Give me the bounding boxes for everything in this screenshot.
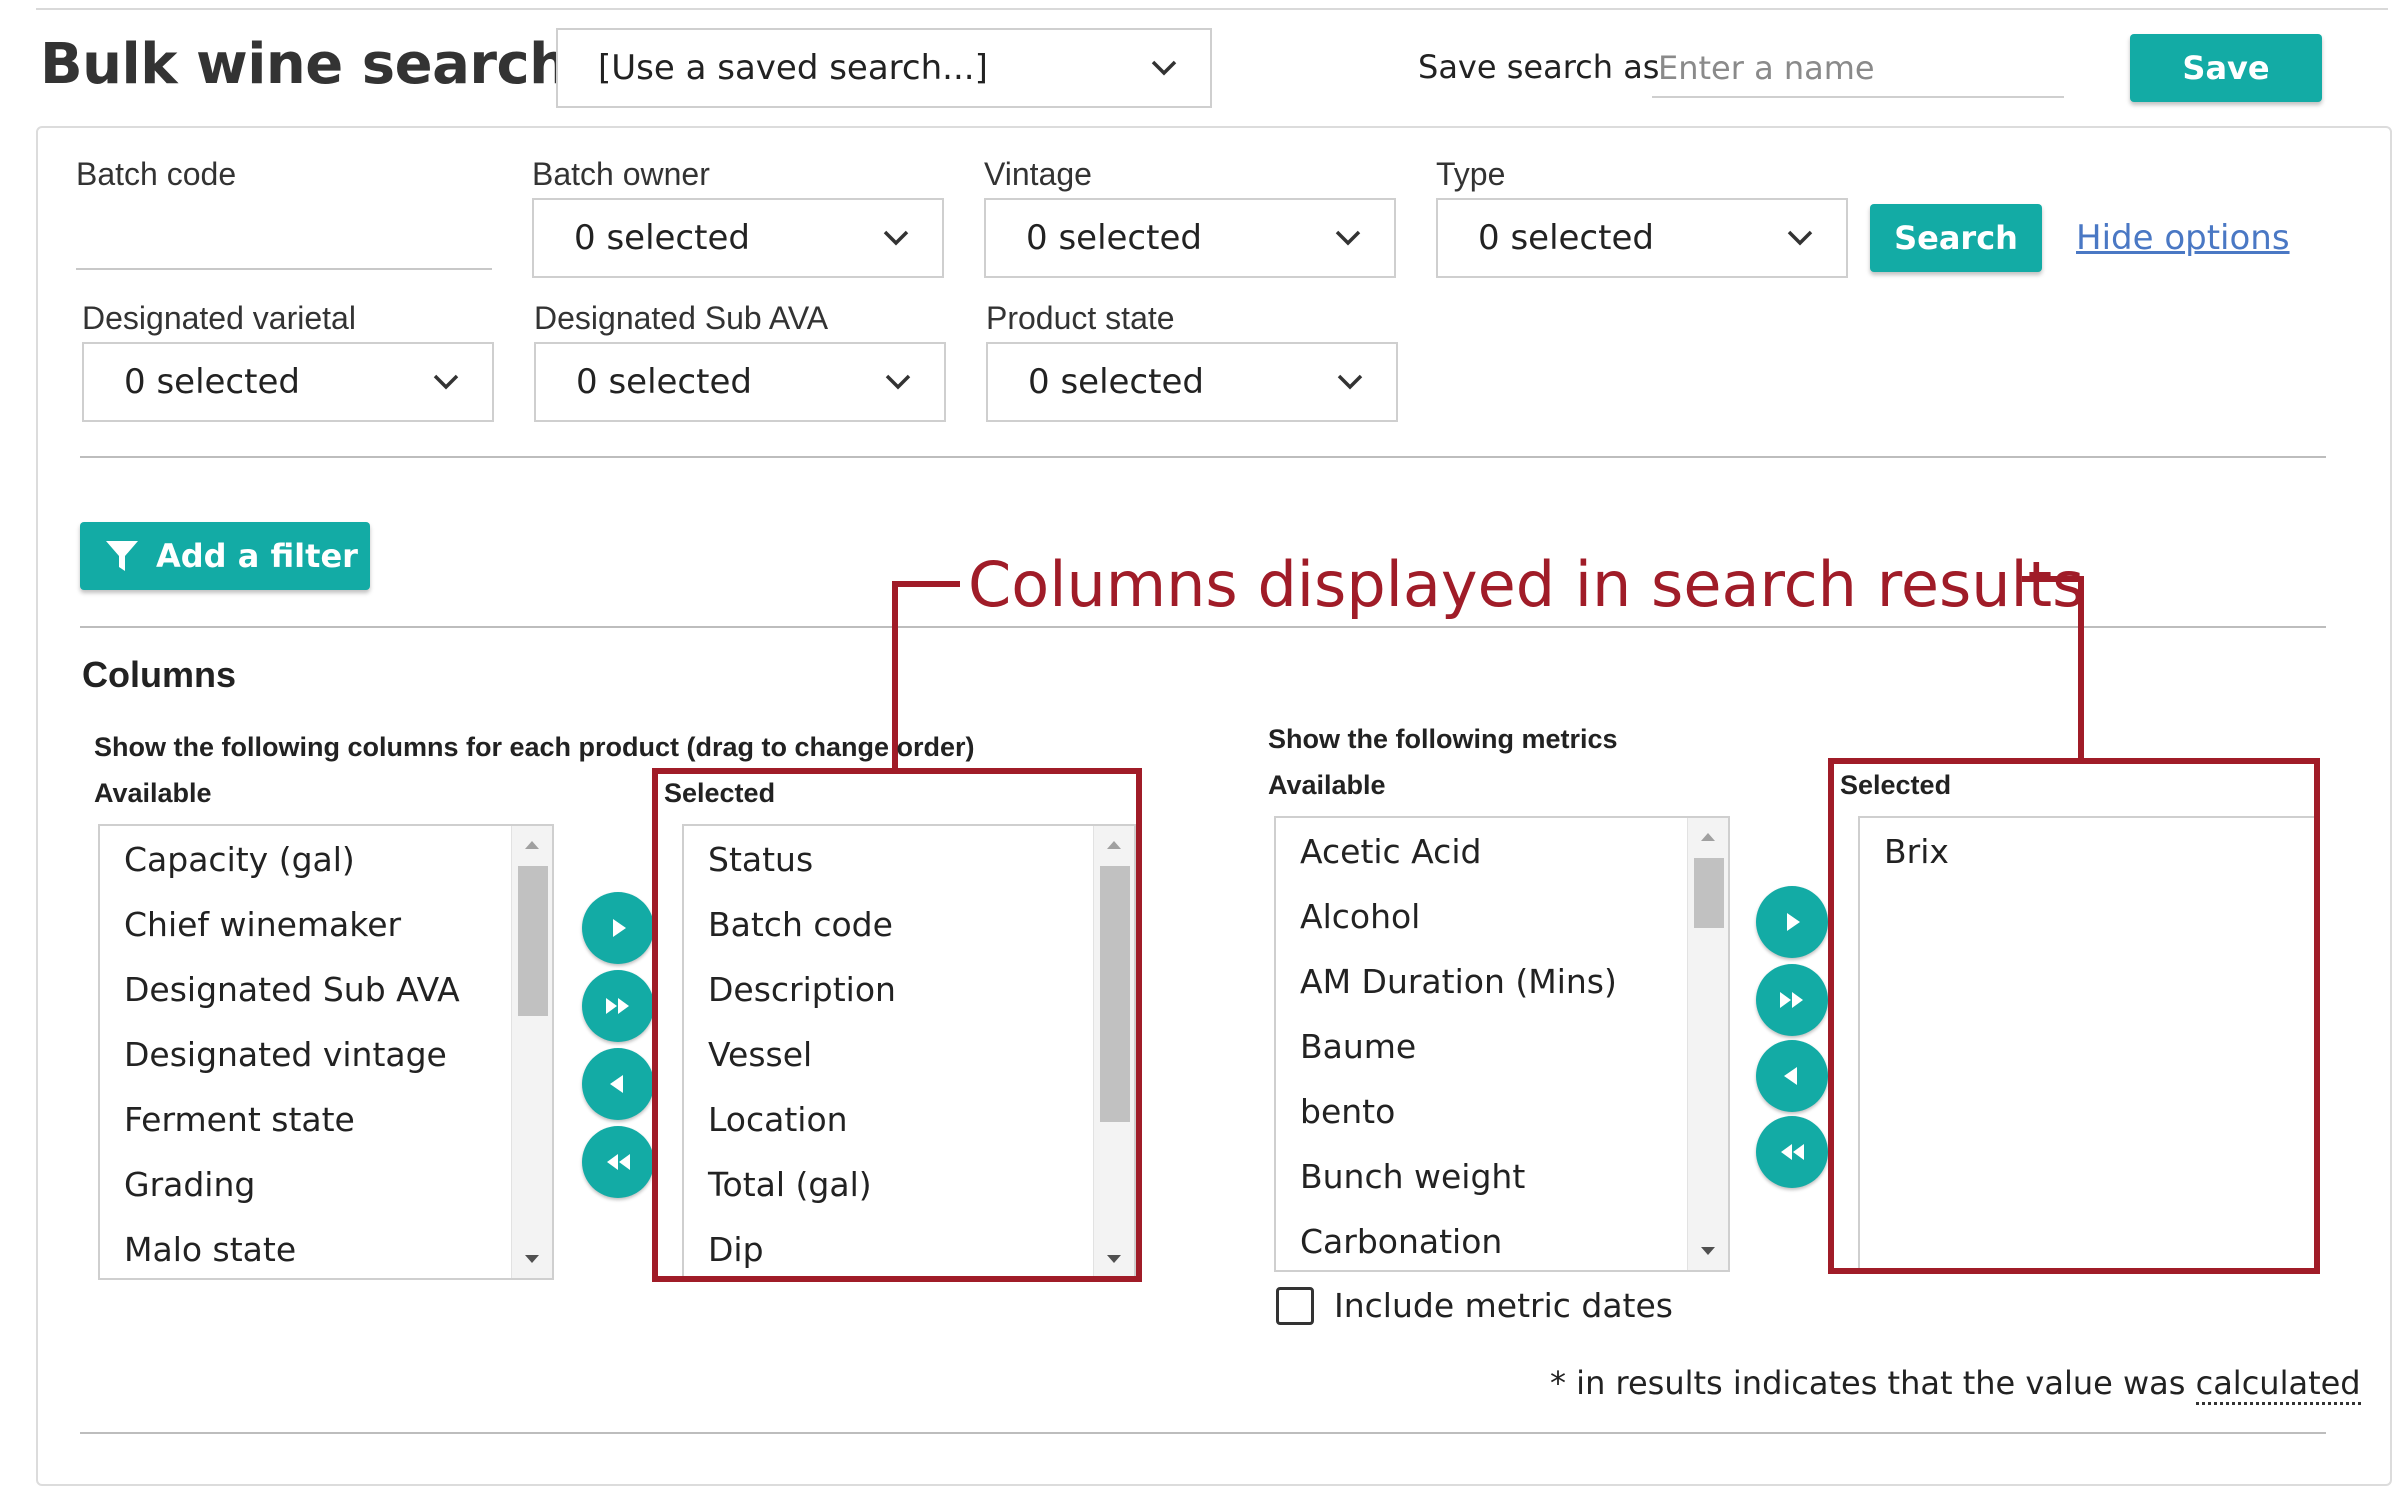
annotation-leader-right-vertical [2078,576,2084,762]
play-icon [605,915,631,941]
vintage-value: 0 selected [1026,218,1202,258]
annotation-highlight-columns [652,768,1142,1282]
save-search-label: Save search as [1418,48,1660,86]
list-item[interactable]: Alcohol [1300,897,1420,936]
chevron-down-icon [1326,216,1370,260]
move-all-left-button[interactable] [582,1126,654,1198]
scrollbar[interactable] [511,826,552,1278]
list-item[interactable]: Baume [1300,1027,1416,1066]
batch-code-input[interactable] [76,268,492,270]
metric-move-all-right-button[interactable] [1756,964,1828,1036]
scroll-down-icon[interactable] [512,1244,552,1274]
list-item[interactable]: Grading [124,1165,255,1204]
rewind-icon [1777,1139,1807,1165]
filters-divider [80,456,2326,458]
include-metric-dates-label: Include metric dates [1334,1286,1673,1325]
chevron-down-icon [874,216,918,260]
back-icon [1779,1063,1805,1089]
columns-available-list[interactable]: Capacity (gal) Chief winemaker Designate… [98,824,554,1280]
footnote-text: * in results indicates that the value wa… [1550,1364,2196,1402]
chevron-down-icon [1142,46,1186,90]
chevron-down-icon [876,360,920,404]
designated-sub-ava-value: 0 selected [576,362,752,402]
include-metric-dates-checkbox[interactable] [1276,1287,1314,1325]
annotation-leader-right-horizontal [2022,576,2084,582]
vintage-label: Vintage [984,156,1092,192]
annotation-leader-left-horizontal [892,581,960,587]
saved-search-dropdown[interactable]: [Use a saved search...] [556,28,1212,108]
scrollbar[interactable] [1687,818,1728,1270]
type-label: Type [1436,156,1506,192]
designated-varietal-value: 0 selected [124,362,300,402]
list-item[interactable]: Carbonation [1300,1222,1502,1261]
top-divider [36,8,2388,10]
scroll-up-icon[interactable] [1688,822,1728,852]
batch-code-label: Batch code [76,156,237,192]
bottom-divider [80,1432,2326,1434]
add-filter-label: Add a filter [156,537,358,575]
back-icon [605,1071,631,1097]
batch-owner-value: 0 selected [574,218,750,258]
list-item[interactable]: Capacity (gal) [124,840,355,879]
metric-move-left-button[interactable] [1756,1040,1828,1112]
chevron-down-icon [424,360,468,404]
metric-move-all-left-button[interactable] [1756,1116,1828,1188]
columns-section-title: Columns [82,654,237,695]
play-icon [1779,909,1805,935]
move-right-button[interactable] [582,892,654,964]
hide-options-link[interactable]: Hide options [2076,218,2290,258]
chevron-down-icon [1328,360,1372,404]
product-state-value: 0 selected [1028,362,1204,402]
filter-icon [104,538,140,574]
move-left-button[interactable] [582,1048,654,1120]
list-item[interactable]: Chief winemaker [124,905,401,944]
product-state-label: Product state [986,300,1175,336]
list-item[interactable]: Designated Sub AVA [124,970,460,1009]
search-button[interactable]: Search [1870,204,2042,272]
designated-sub-ava-select[interactable]: 0 selected [534,342,946,422]
columns-instruction: Show the following columns for each prod… [94,732,975,762]
add-filter-divider [80,626,2326,628]
list-item[interactable]: Acetic Acid [1300,832,1481,871]
rewind-icon [603,1149,633,1175]
designated-sub-ava-label: Designated Sub AVA [534,300,829,336]
batch-owner-select[interactable]: 0 selected [532,198,944,278]
scrollbar-thumb[interactable] [1694,858,1724,928]
saved-search-value: [Use a saved search...] [598,48,988,88]
add-filter-button[interactable]: Add a filter [80,522,370,590]
save-search-name-input[interactable] [1652,40,2064,98]
page-title: Bulk wine search [40,32,569,97]
list-item[interactable]: Malo state [124,1230,296,1269]
metrics-available-label: Available [1268,770,1386,800]
product-state-select[interactable]: 0 selected [986,342,1398,422]
list-item[interactable]: AM Duration (Mins) [1300,962,1617,1001]
metric-move-right-button[interactable] [1756,886,1828,958]
batch-owner-label: Batch owner [532,156,710,192]
metrics-instruction: Show the following metrics [1268,724,1618,754]
type-select[interactable]: 0 selected [1436,198,1848,278]
calculated-footnote: * in results indicates that the value wa… [1550,1364,2361,1405]
vintage-select[interactable]: 0 selected [984,198,1396,278]
move-all-right-button[interactable] [582,970,654,1042]
fast-forward-icon [1777,987,1807,1013]
fast-forward-icon [603,993,633,1019]
save-button[interactable]: Save [2130,34,2322,102]
designated-varietal-select[interactable]: 0 selected [82,342,494,422]
list-item[interactable]: Bunch weight [1300,1157,1525,1196]
scroll-up-icon[interactable] [512,830,552,860]
annotation-highlight-metrics [1828,758,2320,1274]
list-item[interactable]: Designated vintage [124,1035,447,1074]
scroll-down-icon[interactable] [1688,1236,1728,1266]
chevron-down-icon [1778,216,1822,260]
columns-available-label: Available [94,778,212,808]
metrics-available-list[interactable]: Acetic Acid Alcohol AM Duration (Mins) B… [1274,816,1730,1272]
footnote-calculated-term: calculated [2195,1364,2361,1405]
list-item[interactable]: bento [1300,1092,1395,1131]
type-value: 0 selected [1478,218,1654,258]
scrollbar-thumb[interactable] [518,866,548,1016]
list-item[interactable]: Ferment state [124,1100,355,1139]
annotation-callout: Columns displayed in search results [968,548,2085,621]
designated-varietal-label: Designated varietal [82,300,356,336]
